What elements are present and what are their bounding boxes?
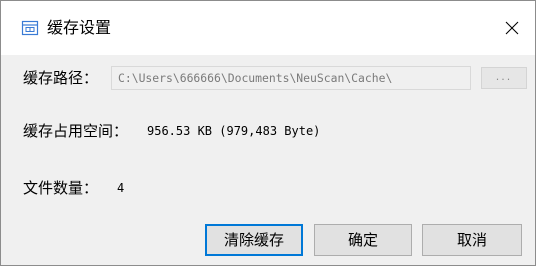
cache-size-label: 缓存占用空间： — [23, 122, 129, 140]
clear-cache-button[interactable]: 清除缓存 — [205, 224, 303, 256]
dialog-content: 缓存路径： C:\Users\666666\Documents\NeuScan\… — [1, 55, 535, 265]
file-count-label: 文件数量： — [23, 179, 99, 197]
cache-path-field[interactable]: C:\Users\666666\Documents\NeuScan\Cache\ — [111, 66, 471, 90]
file-count-value: 4 — [117, 181, 125, 195]
browse-button[interactable]: ... — [481, 67, 527, 89]
title-bar[interactable]: 缓存设置 — [1, 1, 535, 55]
close-button[interactable] — [489, 1, 535, 55]
ok-button[interactable]: 确定 — [314, 224, 412, 256]
dialog-window-icon — [21, 20, 39, 36]
cache-settings-dialog: 缓存设置 缓存路径： C:\Users\666666\Documents\Neu… — [0, 0, 536, 266]
cancel-button[interactable]: 取消 — [422, 224, 522, 256]
cache-size-value: 956.53 KB (979,483 Byte) — [147, 124, 321, 138]
dialog-title: 缓存设置 — [47, 18, 112, 37]
close-icon — [505, 21, 519, 35]
cache-path-label: 缓存路径： — [23, 69, 99, 87]
